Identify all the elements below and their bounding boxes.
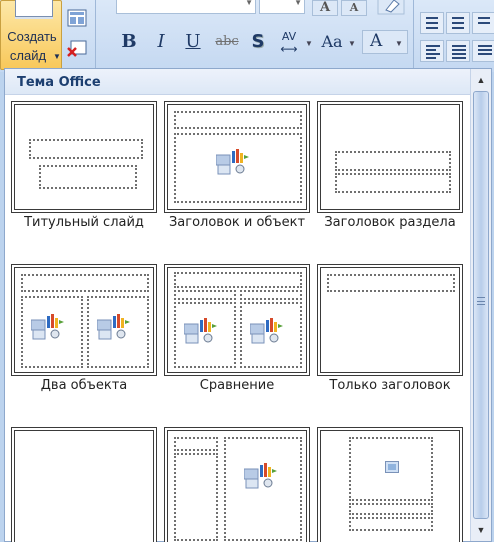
layout-thumbnail (320, 267, 460, 373)
layout-picture-with-caption[interactable] (317, 427, 463, 542)
title-placeholder (335, 151, 451, 171)
insert-objects-icon (250, 318, 283, 344)
scroll-thumb[interactable] (473, 91, 489, 519)
strikethrough-button[interactable]: abc (212, 30, 242, 54)
title-placeholder (21, 274, 149, 292)
font-color-button[interactable]: A ▼ (362, 30, 408, 54)
change-case-button[interactable]: Aa (318, 30, 346, 54)
insert-objects-icon (216, 149, 249, 175)
font-size-combobox[interactable]: ▼ (259, 0, 305, 14)
layout-thumbnail (167, 267, 307, 373)
layout-thumbnail (167, 104, 307, 210)
ribbon: Создать слайд ▼ ▼ ▼ A A B I U abc S AV ⟷… (0, 0, 494, 72)
text-placeholder (174, 453, 218, 541)
subtitle-placeholder (39, 165, 137, 189)
align-center-button[interactable] (446, 40, 470, 62)
layout-label: Заголовок раздела (324, 215, 456, 230)
picture-icon (385, 461, 399, 473)
layout-label: Только заголовок (329, 378, 451, 393)
layout-title-content[interactable] (164, 101, 310, 213)
insert-objects-icon (31, 314, 64, 340)
slide-icon (15, 0, 53, 17)
clear-formatting-icon[interactable] (376, 0, 406, 16)
delete-slide-icon[interactable] (66, 38, 88, 58)
double-arrow-icon: ⟷ (280, 42, 298, 56)
text-placeholder (349, 517, 433, 531)
bullets-button[interactable] (420, 12, 444, 34)
layout-gallery: Тема Office Титульный слайд Заголовок и … (4, 68, 492, 542)
scroll-up-button[interactable]: ▲ (471, 71, 491, 89)
layout-thumbnail (14, 104, 154, 210)
layout-icon[interactable] (66, 8, 88, 28)
chevron-down-icon: ▼ (305, 39, 313, 48)
numbering-button[interactable] (446, 12, 470, 34)
decrease-indent-button[interactable] (472, 12, 494, 34)
layout-thumbnail (14, 430, 154, 542)
italic-button[interactable]: I (152, 30, 170, 54)
font-color-label: A (370, 31, 383, 51)
character-spacing-button[interactable]: AV ⟷ (276, 30, 302, 56)
shadow-button[interactable]: S (248, 30, 268, 54)
layout-two-content[interactable] (11, 264, 157, 376)
gallery-scrollbar[interactable]: ▲ ▼ (470, 69, 491, 541)
content-placeholder (224, 437, 302, 541)
chevron-down-icon: ▼ (348, 39, 356, 48)
new-slide-label-line2: слайд (9, 48, 47, 63)
chevron-down-icon: ▼ (53, 52, 61, 61)
chevron-down-icon: ▼ (395, 39, 403, 48)
insert-objects-icon (97, 314, 130, 340)
layout-thumbnail (167, 430, 307, 542)
align-left-button[interactable] (420, 40, 444, 62)
layout-comparison[interactable] (164, 264, 310, 376)
chevron-down-icon: ▼ (294, 0, 302, 7)
layout-title-only[interactable] (317, 264, 463, 376)
scroll-down-button[interactable]: ▼ (471, 521, 491, 539)
align-right-button[interactable] (472, 40, 494, 62)
title-placeholder (174, 111, 302, 129)
new-slide-label-line1: Создать (7, 29, 57, 44)
heading-placeholder-right (240, 290, 302, 300)
layout-blank[interactable] (11, 427, 157, 542)
heading-placeholder-left (174, 290, 236, 300)
layout-label: Сравнение (199, 378, 275, 393)
layout-label: Два объекта (40, 378, 128, 393)
title-placeholder (349, 503, 433, 515)
title-placeholder (29, 139, 143, 159)
title-placeholder (174, 272, 302, 288)
layout-label: Заголовок и объект (168, 215, 306, 230)
layout-section-header[interactable] (317, 101, 463, 213)
layout-thumbnail (14, 267, 154, 373)
text-placeholder (335, 173, 451, 193)
layout-thumbnail (320, 430, 460, 542)
layout-title-slide[interactable] (11, 101, 157, 213)
chevron-down-icon: ▼ (245, 0, 253, 7)
title-placeholder (174, 437, 218, 451)
gallery-title: Тема Office (17, 75, 101, 90)
font-name-combobox[interactable]: ▼ (116, 0, 256, 14)
insert-objects-icon (184, 318, 217, 344)
gallery-header: Тема Office (5, 69, 491, 95)
layout-thumbnail (320, 104, 460, 210)
shrink-font-button[interactable]: A (341, 0, 367, 16)
layout-content-with-caption[interactable] (164, 427, 310, 542)
layout-label: Титульный слайд (24, 215, 144, 230)
bold-button[interactable]: B (118, 30, 140, 54)
underline-button[interactable]: U (182, 30, 204, 54)
grip-icon (477, 297, 485, 305)
title-placeholder (327, 274, 455, 292)
new-slide-button[interactable]: Создать слайд ▼ (0, 0, 62, 70)
grow-font-button[interactable]: A (312, 0, 338, 16)
insert-objects-icon (244, 463, 277, 489)
